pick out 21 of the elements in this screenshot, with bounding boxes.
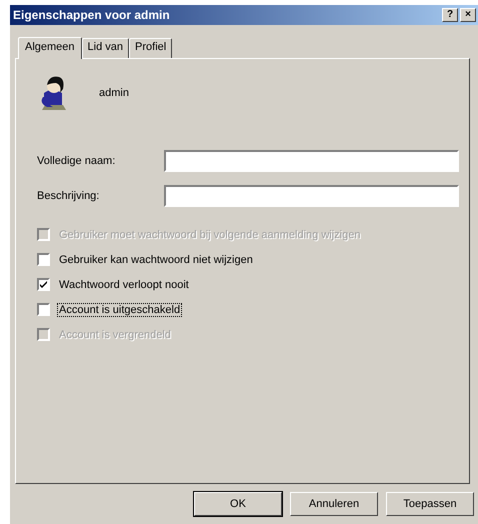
checkbox-label: Wachtwoord verloopt nooit bbox=[58, 278, 190, 292]
checkbox[interactable] bbox=[37, 303, 50, 316]
checkbox-label: Account is uitgeschakeld bbox=[57, 302, 182, 316]
text-field[interactable] bbox=[164, 185, 459, 207]
checkbox[interactable] bbox=[37, 253, 50, 266]
ok-button[interactable]: OK bbox=[194, 492, 282, 516]
tab[interactable]: Lid van bbox=[82, 38, 130, 58]
apply-button[interactable]: Toepassen bbox=[386, 492, 474, 516]
cancel-button[interactable]: Annuleren bbox=[290, 492, 378, 516]
window-title: Eigenschappen voor admin bbox=[13, 8, 171, 22]
user-name: admin bbox=[99, 87, 129, 99]
checkmark-icon bbox=[39, 280, 48, 289]
checkbox[interactable] bbox=[37, 278, 50, 291]
help-button[interactable]: ? bbox=[442, 8, 458, 22]
close-button[interactable]: × bbox=[460, 8, 476, 22]
checkbox-label: Gebruiker kan wachtwoord niet wijzigen bbox=[58, 252, 254, 266]
text-field[interactable] bbox=[164, 150, 459, 172]
tab[interactable]: Algemeen bbox=[18, 37, 82, 59]
field-label: Volledige naam: bbox=[37, 155, 116, 167]
tab[interactable]: Profiel bbox=[129, 38, 172, 58]
field-label: Beschrijving: bbox=[37, 190, 100, 202]
